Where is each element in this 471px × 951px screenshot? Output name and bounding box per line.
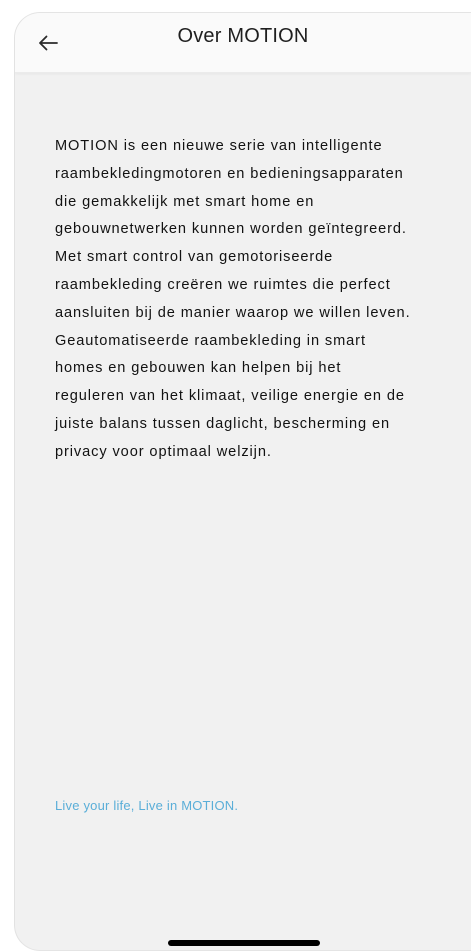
tagline-link[interactable]: Live your life, Live in MOTION. (55, 798, 238, 813)
description-line: aansluiten bij de manier waarop we wille… (55, 304, 411, 321)
description-line: reguleren van het klimaat, veilige energ… (55, 388, 405, 405)
description-line: die gemakkelijk met smart home en (55, 193, 315, 210)
top-bar: Over MOTION (15, 13, 471, 73)
home-indicator[interactable] (168, 940, 320, 946)
page-title: Over MOTION (177, 25, 309, 47)
description-line: raambekledingmotoren en bedieningsappara… (55, 165, 404, 182)
description-line: Geautomatiseerde raambekleding in smart (55, 332, 366, 349)
description-line: Met smart control van gemotoriseerde (55, 249, 334, 266)
description-line: juiste balans tussen daglicht, beschermi… (55, 415, 390, 432)
description-line: gebouwnetwerken kunnen worden geïntegree… (55, 221, 407, 238)
screen: Over MOTION MOTION is een nieuwe serie v… (14, 12, 471, 951)
about-description: MOTION is een nieuwe serie van intellige… (55, 133, 465, 467)
description-line: homes en gebouwen kan helpen bij het (55, 360, 342, 377)
description-line: privacy voor optimaal welzijn. (55, 443, 272, 460)
description-line: raambekleding creëren we ruimtes die per… (55, 276, 391, 293)
description-line: MOTION is een nieuwe serie van intellige… (55, 138, 383, 154)
